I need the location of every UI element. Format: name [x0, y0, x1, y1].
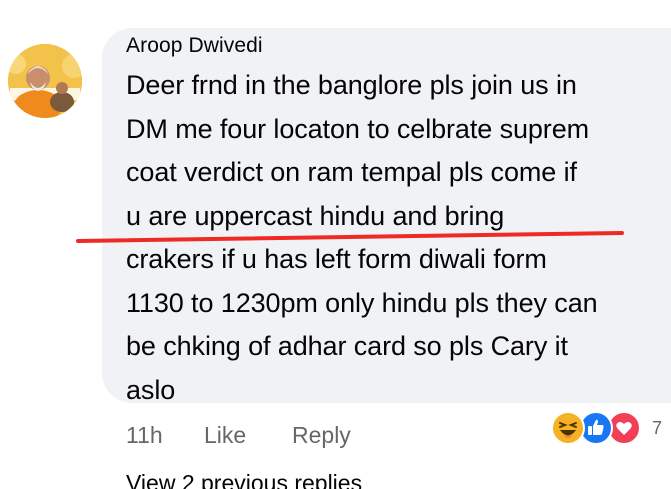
comment-timestamp[interactable]: 11h [126, 422, 163, 449]
like-button[interactable]: Like [204, 422, 246, 449]
comment-thread: Aroop Dwivedi Deer frnd in the banglore … [0, 0, 671, 489]
view-previous-replies-link[interactable]: View 2 previous replies [126, 470, 362, 489]
reaction-summary[interactable]: 7 [551, 411, 663, 447]
reply-button[interactable]: Reply [292, 422, 351, 449]
reaction-count: 7 [652, 418, 663, 438]
haha-icon [551, 411, 585, 445]
